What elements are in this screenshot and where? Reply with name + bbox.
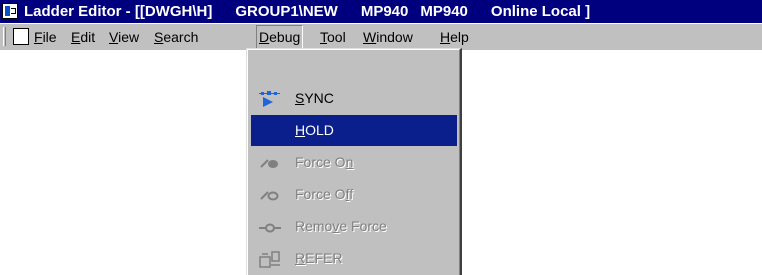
menu-item-remove-force[interactable]: Remove Force bbox=[251, 211, 457, 242]
document-icon[interactable] bbox=[13, 28, 29, 45]
sync-icon bbox=[259, 91, 280, 107]
remove-force-icon bbox=[259, 223, 281, 233]
toolbar-grip[interactable] bbox=[3, 27, 6, 46]
menu-item-refer[interactable]: REFER bbox=[251, 243, 457, 274]
menu-debug[interactable]: Debug bbox=[256, 25, 304, 49]
title-device-2: MP940 bbox=[420, 3, 468, 20]
menu-file[interactable]: File bbox=[32, 26, 59, 48]
menu-item-sync[interactable]: SYNC bbox=[251, 83, 457, 114]
menu-item-force-off[interactable]: Force Off bbox=[251, 179, 457, 210]
title-group-path: GROUP1\NEW bbox=[235, 3, 338, 20]
title-app: Ladder Editor - [[DWGH\H] bbox=[24, 3, 213, 20]
window-title: Ladder Editor - [[DWGH\H] GROUP1\NEW MP940… bbox=[24, 0, 613, 23]
refer-icon bbox=[259, 251, 280, 268]
menu-window[interactable]: Window bbox=[361, 26, 415, 48]
force-off-icon bbox=[260, 191, 279, 201]
menu-view[interactable]: View bbox=[107, 26, 141, 48]
title-status: Online Local ] bbox=[490, 3, 591, 20]
menu-edit[interactable]: Edit bbox=[69, 26, 97, 48]
menu-item-force-on[interactable]: Force On bbox=[251, 147, 457, 178]
app-icon[interactable] bbox=[2, 3, 18, 19]
debug-menu-dropdown: SYNC HOLD Force On Force Off Remove Forc… bbox=[246, 48, 462, 275]
force-on-icon bbox=[260, 159, 278, 168]
menu-search[interactable]: Search bbox=[152, 26, 200, 48]
menu-bar: File Edit View Search Debug Tool Window … bbox=[0, 23, 762, 50]
menu-tool[interactable]: Tool bbox=[318, 26, 348, 48]
menu-help[interactable]: Help bbox=[438, 26, 471, 48]
title-bar: Ladder Editor - [[DWGH\H] GROUP1\NEW MP940… bbox=[0, 0, 762, 23]
title-device-1: MP940 bbox=[360, 3, 409, 20]
menu-item-hold[interactable]: HOLD bbox=[251, 115, 457, 146]
